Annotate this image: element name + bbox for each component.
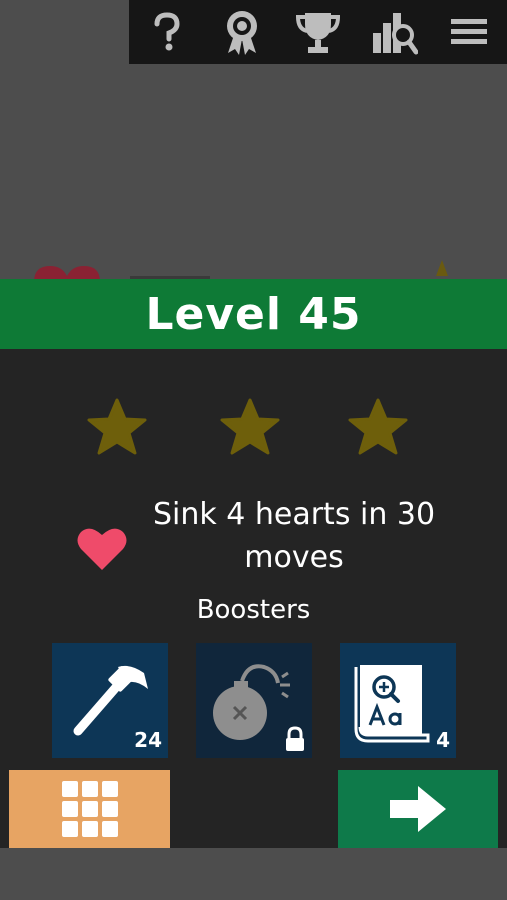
star-icon: [220, 398, 280, 455]
top-toolbar: [129, 0, 507, 64]
level-goal: Sink 4 hearts in 30 moves: [0, 493, 507, 583]
goal-text: Sink 4 hearts in 30 moves: [152, 497, 436, 575]
help-icon[interactable]: [143, 8, 191, 56]
booster-count: 4: [436, 728, 450, 752]
level-grid-icon: [61, 781, 118, 837]
menu-icon[interactable]: [445, 8, 493, 56]
level-dialog: Level 45 Sink 4 hearts in 30 moves Boost…: [0, 279, 507, 848]
lock-icon: [286, 726, 304, 751]
dictionary-booster-button[interactable]: 4: [340, 643, 456, 758]
boosters-title: Boosters: [196, 595, 311, 625]
play-button[interactable]: [338, 770, 498, 848]
star-icon: [87, 398, 147, 455]
hammer-booster-button[interactable]: 24: [52, 643, 168, 758]
bomb-booster-button[interactable]: [196, 643, 312, 758]
leaderboard-search-icon[interactable]: [370, 8, 418, 56]
arrow-right-icon: [390, 786, 446, 832]
bottom-bar: [0, 848, 507, 900]
level-title: Level 45: [0, 279, 507, 349]
booster-count: 24: [134, 728, 162, 752]
level-select-button[interactable]: [9, 770, 170, 848]
heart-icon: [77, 528, 127, 570]
badge-icon[interactable]: [218, 8, 266, 56]
trophy-icon[interactable]: [294, 8, 342, 56]
star-icon: [348, 398, 408, 455]
